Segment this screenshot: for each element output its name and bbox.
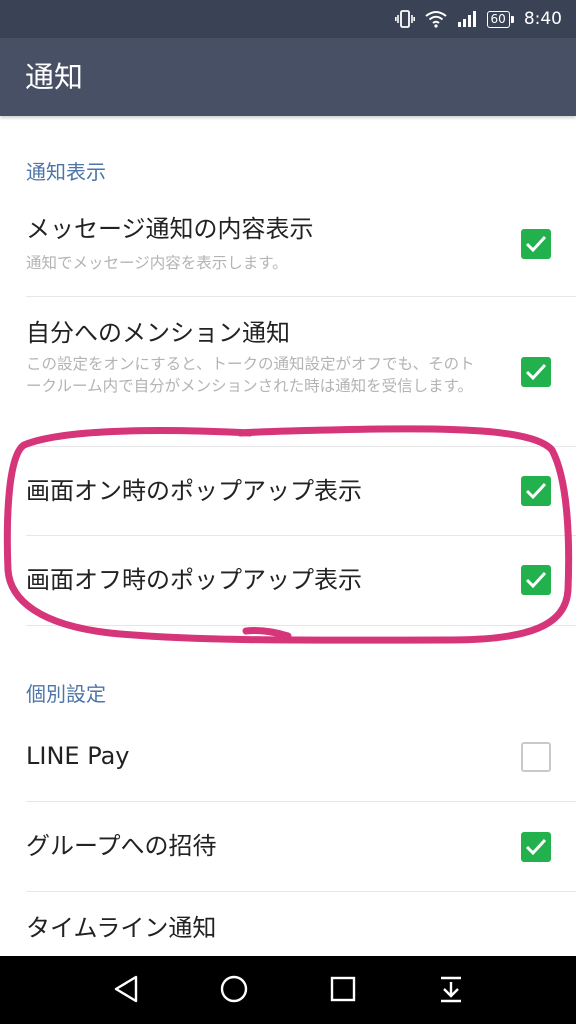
check-icon <box>525 838 547 856</box>
page-title: 通知 <box>25 60 84 94</box>
setting-title: 自分へのメンション通知 <box>26 319 290 347</box>
check-icon <box>525 482 547 500</box>
setting-row-popup-screen-off[interactable]: 画面オフ時のポップアップ表示 <box>0 536 576 625</box>
setting-subtitle: この設定をオンにすると、トークの通知設定がオフでも、そのトークルーム内で自分がメ… <box>26 355 475 395</box>
checkbox-message-content[interactable] <box>521 229 551 259</box>
divider <box>26 625 576 626</box>
check-icon <box>525 235 547 253</box>
setting-title: 画面オフ時のポップアップ表示 <box>26 566 362 594</box>
setting-title: メッセージ通知の内容表示 <box>26 215 314 243</box>
check-icon <box>525 363 547 381</box>
home-icon[interactable] <box>219 974 249 1004</box>
setting-subtitle: 通知でメッセージ内容を表示します。 <box>26 254 288 272</box>
setting-row-message-content[interactable]: メッセージ通知の内容表示 通知でメッセージ内容を表示します。 <box>0 200 576 296</box>
recents-icon[interactable] <box>329 974 357 1004</box>
checkbox-group-invite[interactable] <box>521 832 551 862</box>
notification-pull-icon[interactable] <box>437 974 465 1004</box>
vibrate-icon <box>394 10 415 28</box>
setting-title: LINE Pay <box>26 742 130 770</box>
setting-title: タイムライン通知 <box>26 914 217 942</box>
battery-icon: 60 <box>486 10 515 28</box>
status-time: 8:40 <box>523 9 562 29</box>
checkbox-mention[interactable] <box>521 357 551 387</box>
setting-title: グループへの招待 <box>26 832 217 860</box>
wifi-icon <box>424 11 447 28</box>
status-icons: 60 8:40 <box>394 0 562 38</box>
status-bar: 60 8:40 <box>0 0 576 38</box>
section-header-notification-display: 通知表示 <box>26 160 106 184</box>
setting-row-group-invite[interactable]: グループへの招待 <box>0 802 576 891</box>
checkbox-popup-screen-on[interactable] <box>521 476 551 506</box>
setting-row-timeline[interactable]: タイムライン通知 <box>0 892 576 956</box>
checkbox-popup-screen-off[interactable] <box>521 565 551 595</box>
setting-row-popup-screen-on[interactable]: 画面オン時のポップアップ表示 <box>0 447 576 535</box>
check-icon <box>525 571 547 589</box>
setting-row-line-pay[interactable]: LINE Pay <box>0 712 576 801</box>
signal-icon <box>457 11 476 27</box>
navigation-bar <box>0 956 576 1024</box>
back-icon[interactable] <box>112 974 140 1004</box>
settings-list: 通知表示 メッセージ通知の内容表示 通知でメッセージ内容を表示します。 自分への… <box>0 116 576 956</box>
setting-row-mention[interactable]: 自分へのメンション通知 この設定をオンにすると、トークの通知設定がオフでも、その… <box>0 297 576 447</box>
checkbox-line-pay[interactable] <box>521 742 551 772</box>
setting-title: 画面オン時のポップアップ表示 <box>26 477 362 505</box>
section-header-individual-settings: 個別設定 <box>26 682 106 706</box>
app-bar: 通知 <box>0 38 576 116</box>
